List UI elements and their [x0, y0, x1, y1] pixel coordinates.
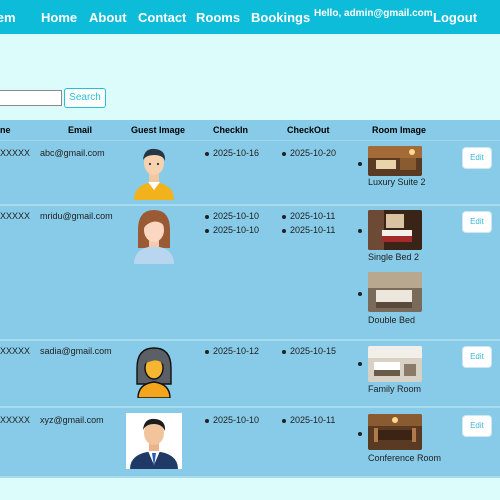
room-name: Family Room	[368, 384, 422, 394]
row-divider	[0, 339, 500, 341]
nav-about-link[interactable]: About	[89, 10, 127, 25]
room-image	[368, 346, 422, 382]
row-divider	[0, 476, 500, 478]
list-bullet	[282, 229, 286, 233]
guest-name: XXXXX	[0, 346, 31, 356]
guest-name: XXXXX	[0, 211, 31, 221]
checkout-date: 2025-10-20	[290, 148, 337, 158]
brand-title[interactable]: ystem	[0, 10, 16, 25]
room-image	[368, 272, 422, 312]
row-divider	[0, 204, 500, 206]
header-name: ne	[0, 125, 11, 135]
guest-email: mridu@gmail.com	[40, 211, 113, 221]
list-bullet	[282, 419, 286, 423]
list-bullet	[282, 215, 286, 219]
checkin-date: 2025-10-10	[213, 211, 260, 221]
guest-name: XXXXX	[0, 415, 31, 425]
list-bullet	[282, 152, 286, 156]
list-bullet	[358, 362, 362, 366]
list-bullet	[205, 419, 209, 423]
list-bullet	[358, 292, 362, 296]
nav-contact-link[interactable]: Contact	[138, 10, 186, 25]
room-name: Single Bed 2	[368, 252, 420, 262]
guest-avatar-image	[126, 413, 182, 469]
list-bullet	[205, 215, 209, 219]
edit-button[interactable]: Edit	[462, 211, 492, 233]
checkin-date: 2025-10-16	[213, 148, 260, 158]
navbar: ystem Home About Contact Rooms Bookings …	[0, 0, 500, 34]
search-button[interactable]: Search	[64, 88, 106, 108]
checkin-date: 2025-10-10	[213, 415, 260, 425]
checkin-date: 2025-10-12	[213, 346, 260, 356]
guest-avatar-image	[136, 347, 172, 398]
guest-email: sadia@gmail.com	[40, 346, 112, 356]
room-image	[368, 414, 422, 450]
search-input[interactable]	[0, 90, 62, 106]
header-guest-image: Guest Image	[131, 125, 186, 135]
list-bullet	[358, 229, 362, 233]
checkout-date: 2025-10-11	[290, 211, 336, 221]
room-image	[368, 210, 422, 250]
checkout-date: 2025-10-11	[290, 415, 336, 425]
nav-home-link[interactable]: Home	[41, 10, 77, 25]
edit-button[interactable]: Edit	[462, 415, 492, 437]
header-email: Email	[68, 125, 93, 135]
guest-email: xyz@gmail.com	[40, 415, 104, 425]
user-greeting: Hello, admin@gmail.com	[314, 8, 433, 19]
guest-email: abc@gmail.com	[40, 148, 105, 158]
room-name: Luxury Suite 2	[368, 177, 426, 187]
nav-bookings-link[interactable]: Bookings	[251, 10, 310, 25]
header-checkout: CheckOut	[287, 125, 330, 135]
row-divider	[0, 406, 500, 408]
list-bullet	[358, 162, 362, 166]
guest-avatar-image	[134, 210, 174, 264]
guest-name: XXXXX	[0, 148, 31, 158]
checkout-date: 2025-10-11	[290, 225, 336, 235]
guest-avatar-image	[134, 148, 174, 200]
checkin-date: 2025-10-10	[213, 225, 260, 235]
room-name: Double Bed	[368, 315, 416, 325]
room-name: Conference Room	[368, 453, 442, 463]
room-image	[368, 146, 422, 176]
checkout-date: 2025-10-15	[290, 346, 337, 356]
list-bullet	[205, 350, 209, 354]
edit-button[interactable]: Edit	[462, 147, 492, 169]
edit-button[interactable]: Edit	[462, 346, 492, 368]
list-bullet	[205, 229, 209, 233]
logout-link[interactable]: Logout	[433, 10, 477, 25]
list-bullet	[358, 432, 362, 436]
list-bullet	[282, 350, 286, 354]
header-room-image: Room Image	[372, 125, 427, 135]
nav-rooms-link[interactable]: Rooms	[196, 10, 240, 25]
list-bullet	[205, 152, 209, 156]
header-checkin: CheckIn	[213, 125, 249, 135]
